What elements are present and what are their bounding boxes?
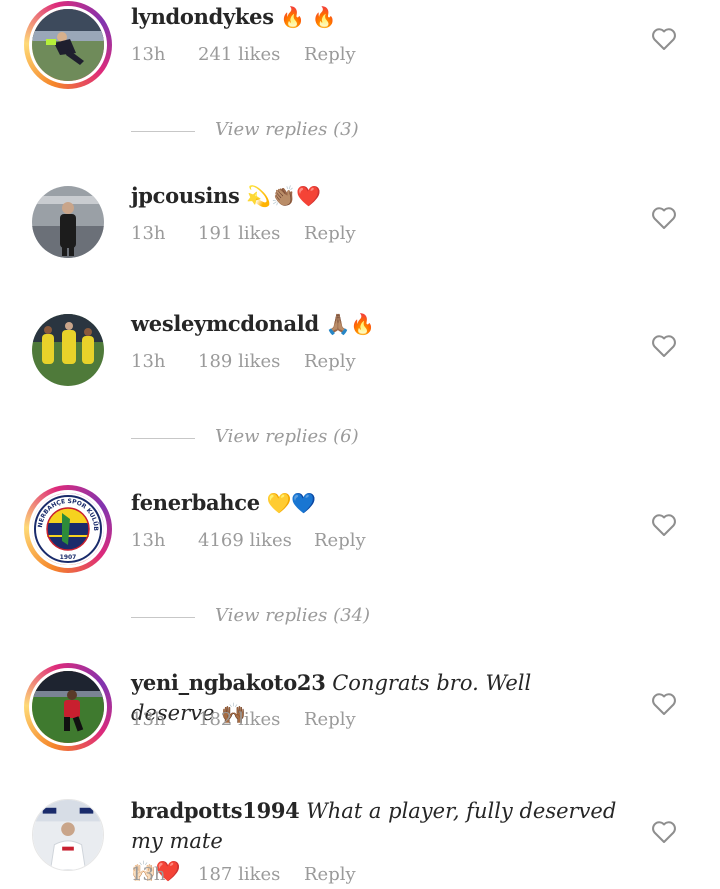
reply-button[interactable]: Reply <box>304 864 356 885</box>
avatar[interactable] <box>24 1 112 89</box>
comment-likes[interactable]: 182 likes <box>198 709 280 730</box>
comment-username[interactable]: yeni_ngbakoto23 <box>131 670 326 695</box>
avatar-photo <box>32 9 104 81</box>
divider-line <box>131 438 195 439</box>
comment-time: 13h <box>131 223 166 244</box>
avatar[interactable] <box>32 799 104 871</box>
reply-button[interactable]: Reply <box>304 223 356 244</box>
clap-heart-emoji: 💫👏🏽❤️ <box>246 184 321 208</box>
avatar[interactable] <box>24 663 112 751</box>
heart-icon[interactable] <box>651 27 677 51</box>
reply-button[interactable]: Reply <box>314 530 366 551</box>
avatar[interactable] <box>32 314 104 386</box>
comment-likes[interactable]: 191 likes <box>198 223 280 244</box>
avatar-photo <box>32 314 104 386</box>
comment-likes[interactable]: 187 likes <box>198 864 280 885</box>
avatar-photo <box>32 186 104 258</box>
heart-icon[interactable] <box>651 820 677 844</box>
divider-line <box>131 131 195 132</box>
comment-likes[interactable]: 241 likes <box>198 44 280 65</box>
comment-likes[interactable]: 189 likes <box>198 351 280 372</box>
view-replies-label[interactable]: View replies (6) <box>215 426 359 447</box>
heart-icon[interactable] <box>651 206 677 230</box>
comment-time: 13h <box>131 44 166 65</box>
comment-time: 13h <box>131 709 166 730</box>
pray-fire-emoji: 🙏🏽🔥 <box>325 312 376 336</box>
comment-time: 13h <box>131 864 166 885</box>
comment-username[interactable]: lyndondykes <box>131 4 274 29</box>
heart-icon[interactable] <box>651 692 677 716</box>
comment-username[interactable]: wesleymcdonald <box>131 311 319 336</box>
comment-likes[interactable]: 4169 likes <box>198 530 292 551</box>
fenerbahce-crest-logo: FENERBAHÇE SPOR KULÜBÜ 1907 <box>32 493 104 565</box>
heart-icon[interactable] <box>651 334 677 358</box>
avatar[interactable]: FENERBAHÇE SPOR KULÜBÜ 1907 <box>24 485 112 573</box>
fire-emoji: 🔥 🔥 <box>280 5 337 29</box>
reply-button[interactable]: Reply <box>304 44 356 65</box>
comment-time: 13h <box>131 351 166 372</box>
avatar[interactable] <box>32 186 104 258</box>
reply-button[interactable]: Reply <box>304 351 356 372</box>
crest-year: 1907 <box>60 554 77 561</box>
reply-button[interactable]: Reply <box>304 709 356 730</box>
comment-time: 13h <box>131 530 166 551</box>
divider-line <box>131 617 195 618</box>
view-replies-label[interactable]: View replies (34) <box>215 605 370 626</box>
view-replies-label[interactable]: View replies (3) <box>215 119 359 140</box>
heart-icon[interactable] <box>651 513 677 537</box>
comment-username[interactable]: jpcousins <box>131 183 240 208</box>
comment-username[interactable]: fenerbahce <box>131 490 260 515</box>
yellow-blue-heart-emoji: 💛💙 <box>266 491 317 515</box>
avatar-photo <box>33 800 103 870</box>
avatar-photo <box>32 671 104 743</box>
comment-username[interactable]: bradpotts1994 <box>131 798 300 823</box>
